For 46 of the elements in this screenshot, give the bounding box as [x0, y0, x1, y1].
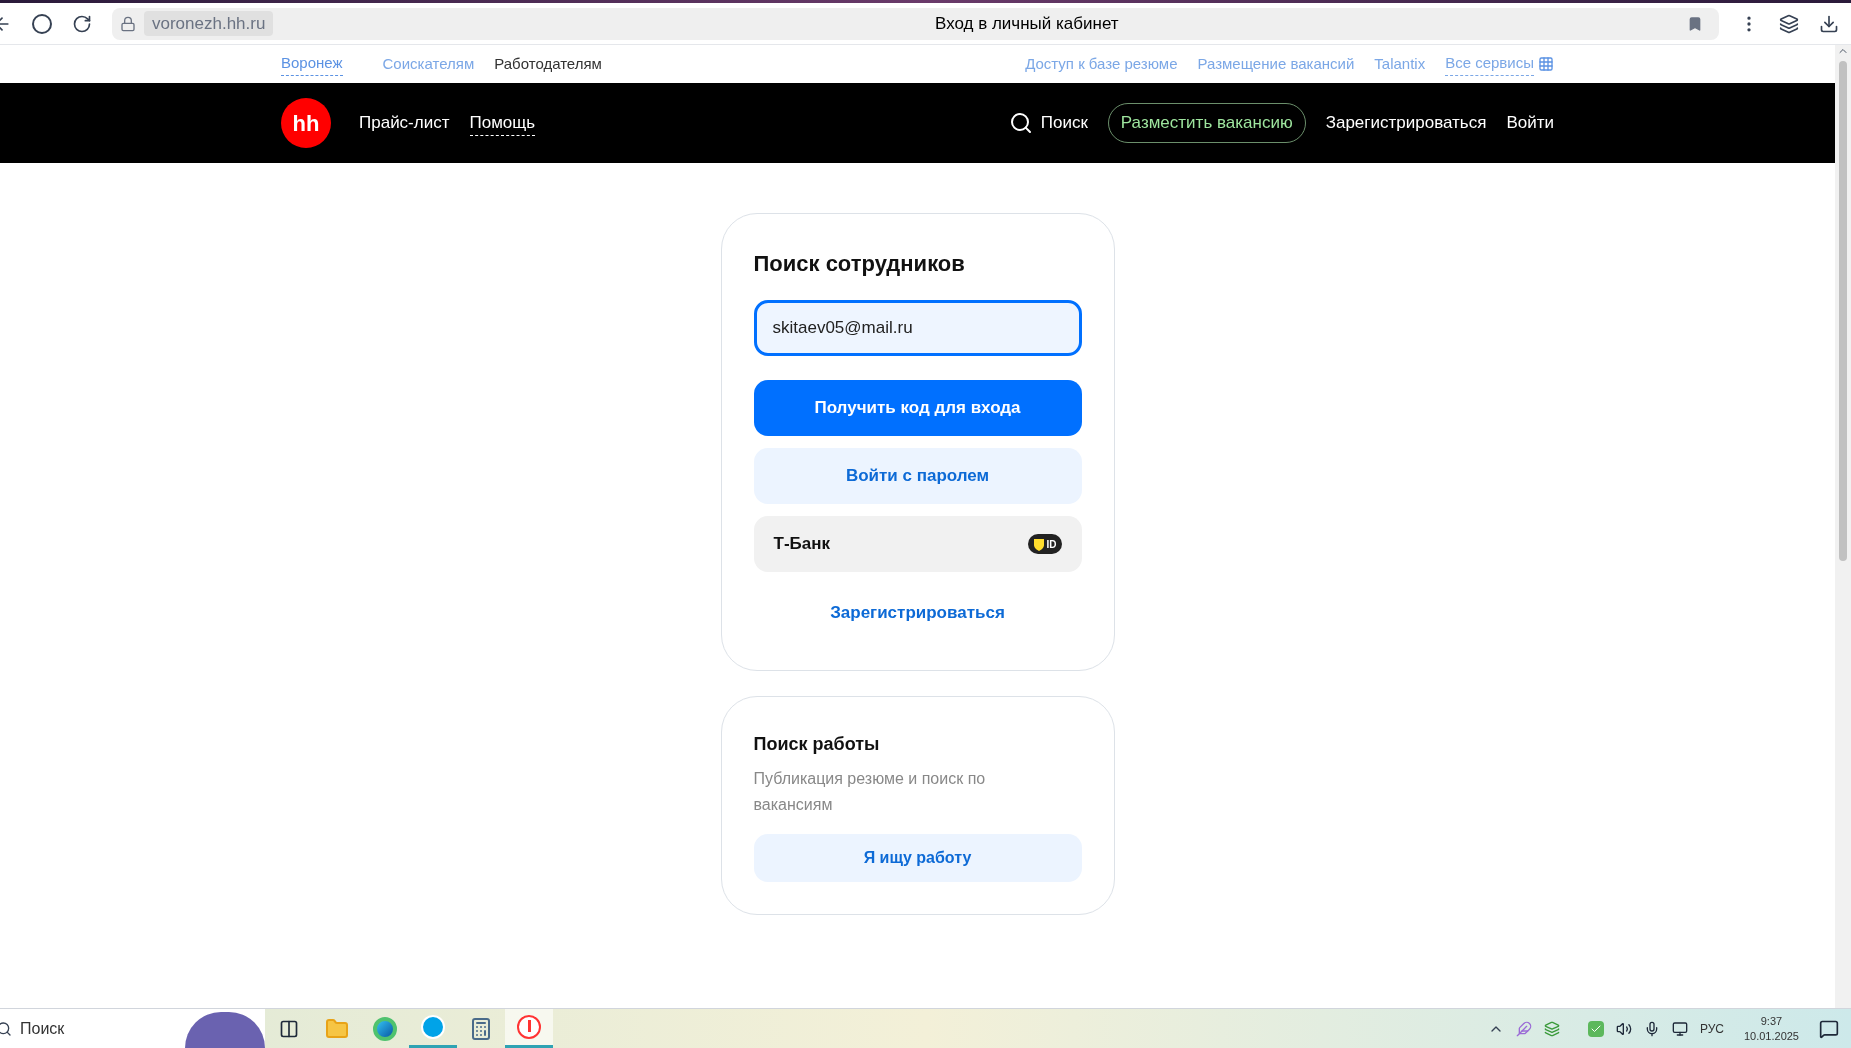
- search-placeholder: Поиск: [20, 1018, 65, 1039]
- email-input[interactable]: skitaev05@mail.ru: [753, 300, 1082, 356]
- reload-icon[interactable]: [72, 13, 92, 34]
- search-link[interactable]: Поиск: [1040, 110, 1088, 136]
- job-search-button[interactable]: Я ищу работу: [753, 833, 1082, 882]
- feather-icon[interactable]: [1515, 1020, 1532, 1037]
- login-link[interactable]: Войти: [1506, 110, 1554, 136]
- layers-icon[interactable]: [1543, 1020, 1560, 1037]
- browser-logo-icon: [373, 1016, 397, 1041]
- card-title: Поиск сотрудников: [753, 250, 966, 278]
- lock-icon: [120, 15, 136, 32]
- nav-link[interactable]: Помощь: [469, 109, 536, 137]
- password-login-button[interactable]: Войти с паролем: [753, 448, 1082, 504]
- nav-link[interactable]: Прайс-лист: [359, 110, 450, 136]
- card-title: Поиск работы: [753, 732, 881, 756]
- folder-icon: [325, 1016, 349, 1041]
- get-code-button[interactable]: Получить код для входа: [753, 380, 1082, 436]
- search-icon: [0, 1020, 12, 1037]
- search-icon[interactable]: [1008, 111, 1033, 135]
- audience-link[interactable]: Работодателям: [494, 52, 602, 76]
- shield-icon: [1032, 537, 1045, 551]
- task-view-icon: [279, 1018, 299, 1039]
- language-indicator[interactable]: РУС: [1699, 1019, 1724, 1038]
- download-icon[interactable]: [1819, 13, 1839, 34]
- volume-icon[interactable]: [1615, 1020, 1632, 1037]
- network-icon[interactable]: [1671, 1020, 1688, 1037]
- browser-logo-icon: [517, 1015, 541, 1039]
- notifications-icon[interactable]: [1819, 1018, 1839, 1039]
- tid-badge: ID: [1027, 534, 1062, 554]
- grid-icon: [1538, 56, 1554, 72]
- card-description: Публикация резюме и поиск по вакансиям: [753, 768, 987, 815]
- calculator-icon: [469, 1016, 493, 1041]
- tabs-icon[interactable]: [1779, 13, 1799, 34]
- bookmark-icon[interactable]: [1687, 15, 1703, 32]
- security-check-icon[interactable]: [1587, 1020, 1604, 1037]
- taskbar-search-field[interactable]: Поиск: [0, 1009, 265, 1048]
- address-bar[interactable]: voronezh.hh.ru Вход в личный кабинет: [112, 7, 1719, 40]
- tbank-login-button[interactable]: Т-Банк ID: [753, 516, 1082, 572]
- clock[interactable]: 9:37 10.01.2025: [1743, 1013, 1799, 1044]
- url-text: voronezh.hh.ru: [144, 10, 274, 37]
- register-link[interactable]: Зарегистрироваться: [753, 600, 1082, 626]
- hh-logo[interactable]: hh: [281, 98, 331, 148]
- register-link[interactable]: Зарегистрироваться: [1325, 110, 1487, 136]
- page-title: Вход в личный кабинет: [935, 12, 1119, 35]
- scrollbar[interactable]: [1835, 45, 1851, 1008]
- chat-app-icon: [421, 1015, 445, 1039]
